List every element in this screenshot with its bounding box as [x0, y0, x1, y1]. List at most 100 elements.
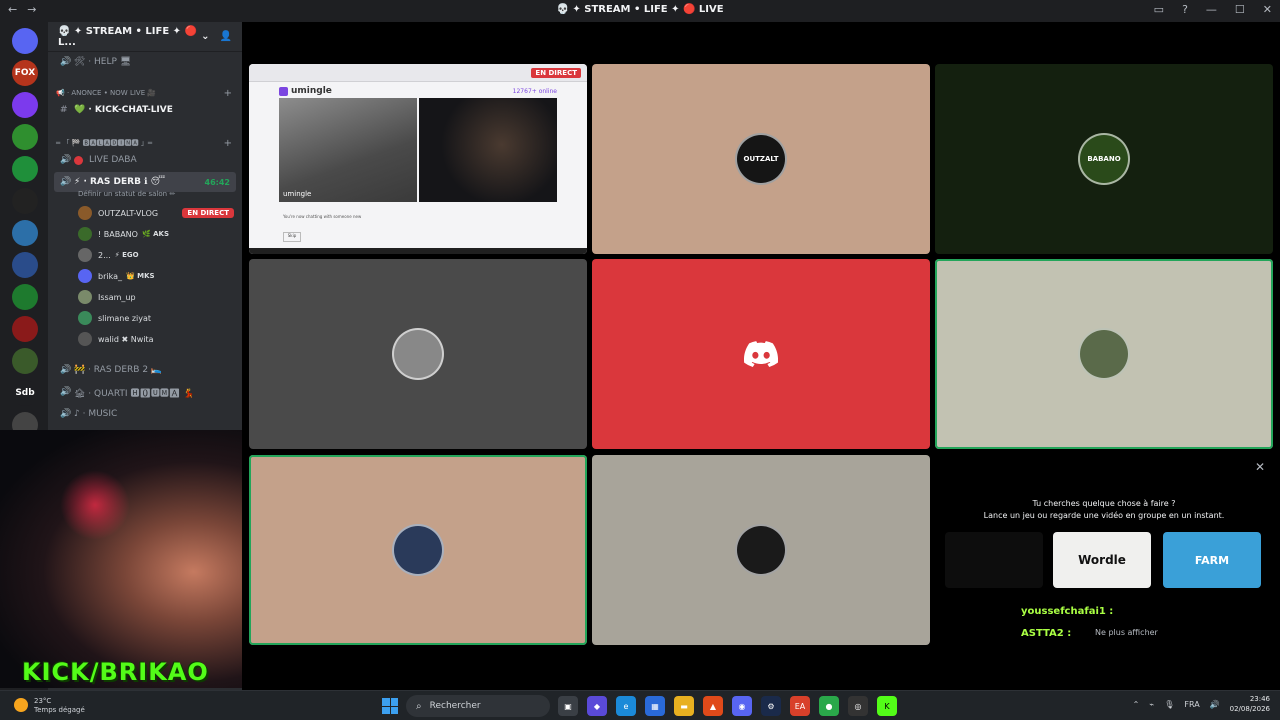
live-dot-icon — [74, 155, 83, 165]
activity-card[interactable]: FARM — [1163, 532, 1261, 588]
avatar — [78, 206, 92, 220]
windows-start-icon[interactable] — [382, 698, 398, 714]
taskbar-app-obs[interactable]: ◎ — [848, 696, 868, 716]
taskbar-app-ea[interactable]: EA — [790, 696, 810, 716]
channel-category[interactable]: ═ 「 🏁 🅱🅰🅻🅰🅳🅸🅽🅰 」═ + — [56, 136, 232, 150]
taskbar-app-explorer[interactable]: ▬ — [674, 696, 694, 716]
network-icon[interactable]: ⌁ — [1149, 700, 1154, 709]
user-name: slimane ziyat — [98, 313, 152, 323]
voice-user[interactable]: 2... ⚡ EGO — [78, 246, 234, 264]
maximize-button[interactable]: ☐ — [1235, 3, 1245, 16]
voice-channel[interactable]: 🔊 ⚡ · RAS DERB ℹ 😴 46:42 — [54, 172, 236, 192]
voice-user[interactable]: OUTZALT-VLOG EN DIRECT — [78, 204, 234, 222]
participant-tile-brika[interactable] — [592, 259, 930, 449]
weather-temp: 23°C — [34, 697, 52, 705]
participant-tile-babano[interactable]: BABANO — [935, 64, 1273, 254]
help-icon[interactable]: ? — [1182, 3, 1188, 16]
participant-tile-outzalt[interactable]: OUTZALT — [592, 64, 930, 254]
streamer-webcam — [0, 430, 242, 688]
server-header[interactable]: 💀 ✦ STREAM • LIFE ✦ 🔴 L... ⌄ 👤 — [48, 22, 242, 52]
avatar — [78, 290, 92, 304]
channel-label: ⚡ · RAS DERB ℹ 😴 — [74, 177, 166, 187]
close-button[interactable]: ✕ — [1263, 3, 1272, 16]
activity-line-1: Tu cherches quelque chose à faire ? — [1032, 499, 1176, 508]
channel-status-prompt[interactable]: Définir un statut de salon ✏ — [78, 190, 175, 198]
server-icon[interactable] — [12, 124, 38, 150]
taskbar-search[interactable]: ⌕ Rechercher — [406, 695, 550, 717]
voice-stage: EN DIRECT umingle 12767+ online umingle … — [242, 22, 1280, 690]
call-timer: 46:42 — [204, 177, 230, 187]
speaker-icon: 🔊 — [60, 387, 72, 397]
inbox-icon[interactable]: ▭ — [1154, 3, 1164, 16]
chat-message-1: youssefchafai1 : — [1021, 606, 1114, 617]
avatar — [392, 328, 444, 380]
chat-message-2: ASTTA2 : — [1021, 628, 1072, 639]
server-icon[interactable] — [12, 284, 38, 310]
voice-user[interactable]: walid ✖ Nwita — [78, 330, 234, 348]
mic-icon[interactable]: 🎙 — [1164, 700, 1174, 709]
speaker-icon: 🔊 — [60, 155, 72, 165]
taskbar-app-chrome[interactable]: ● — [819, 696, 839, 716]
close-icon[interactable]: ✕ — [1255, 460, 1265, 474]
taskbar-app-discord[interactable]: ◉ — [732, 696, 752, 716]
minimize-button[interactable]: — — [1206, 3, 1217, 16]
hide-activity-link[interactable]: Ne plus afficher — [1095, 628, 1158, 637]
add-member-icon[interactable]: 👤 — [220, 31, 232, 42]
user-name: OUTZALT-VLOG — [98, 208, 159, 218]
weather-desc: Temps dégagé — [34, 706, 85, 714]
avatar — [78, 248, 92, 262]
voice-channel[interactable]: 🔊 LIVE DABA — [54, 150, 236, 170]
voice-channel[interactable]: 🔊 ♪ · MUSIC — [54, 404, 236, 424]
server-icon[interactable] — [12, 316, 38, 342]
search-icon: ⌕ — [416, 700, 422, 712]
category-label: 📢 · ANONCE • NOW LIVE 🎥 — [56, 89, 157, 97]
voice-user[interactable]: brika_ 👑 MKS — [78, 267, 234, 285]
voice-channel[interactable]: 🔊 🚧 · RAS DERB 2 🛌 — [54, 360, 236, 380]
taskbar-app-kick[interactable]: K — [877, 696, 897, 716]
server-icon[interactable]: FOX — [12, 60, 38, 86]
participant-tile-user-hat[interactable] — [249, 259, 587, 449]
chevron-up-icon[interactable]: ⌃ — [1133, 700, 1140, 709]
participant-tile-issam[interactable] — [935, 259, 1273, 449]
server-icon[interactable] — [12, 252, 38, 278]
channel-category[interactable]: 📢 · ANONCE • NOW LIVE 🎥 + — [56, 86, 232, 100]
logo-icon — [279, 86, 288, 96]
cam-watermark: umingle — [283, 190, 312, 198]
voice-user[interactable]: Issam_up — [78, 288, 234, 306]
taskbar-app-brave[interactable]: ▲ — [703, 696, 723, 716]
taskbar-app-taskview[interactable]: ▣ — [558, 696, 578, 716]
taskbar-app-steam[interactable]: ⚙ — [761, 696, 781, 716]
server-icon[interactable]: Sdb — [12, 380, 38, 406]
clock[interactable]: 23:46 02/08/2026 — [1230, 694, 1270, 714]
taskbar-app-copilot[interactable]: ◆ — [587, 696, 607, 716]
participant-tile-walid[interactable] — [592, 455, 930, 645]
voice-user[interactable]: ! BABANO 🌿 AKS — [78, 225, 234, 243]
avatar: BABANO — [1078, 133, 1130, 185]
voice-channel[interactable]: # 💚 · KICK-CHAT-LIVE — [54, 100, 236, 120]
server-icon[interactable] — [12, 92, 38, 118]
server-icon[interactable] — [12, 28, 38, 54]
screen-share-tile[interactable]: EN DIRECT umingle 12767+ online umingle … — [249, 64, 587, 254]
voice-channel[interactable]: 🔊 🏚 · QUARTI 🅷🅾🆄🅼🅰 💃 — [54, 382, 236, 402]
activity-card[interactable]: Wordle — [1053, 532, 1151, 588]
taskbar-app-edge[interactable]: e — [616, 696, 636, 716]
participant-tile-slimane[interactable] — [249, 455, 587, 645]
weather-widget[interactable]: 23°C Temps dégagé — [14, 697, 85, 715]
activity-card[interactable] — [945, 532, 1043, 588]
server-icon[interactable] — [12, 220, 38, 246]
server-icon[interactable] — [12, 188, 38, 214]
skip-button[interactable]: Skip — [283, 232, 301, 242]
server-icon[interactable] — [12, 348, 38, 374]
volume-icon[interactable]: 🔊 — [1210, 700, 1220, 709]
server-icon[interactable] — [12, 156, 38, 182]
voice-channel[interactable]: 🔊 🛠 · HELP 🖥 — [54, 52, 236, 72]
add-channel-icon[interactable]: + — [224, 138, 232, 149]
language-indicator[interactable]: FRA — [1184, 700, 1199, 709]
system-tray: ⌃ ⌁ 🎙 FRA 🔊 23:46 02/08/2026 — [1133, 694, 1270, 714]
text-channel-icon: # — [60, 105, 68, 115]
add-channel-icon[interactable]: + — [224, 88, 232, 99]
taskbar-app-store[interactable]: ▦ — [645, 696, 665, 716]
activity-prompt: Tu cherches quelque chose à faire ? Lanc… — [935, 498, 1273, 522]
clock-date: 02/08/2026 — [1229, 705, 1270, 713]
voice-user[interactable]: slimane ziyat — [78, 309, 234, 327]
